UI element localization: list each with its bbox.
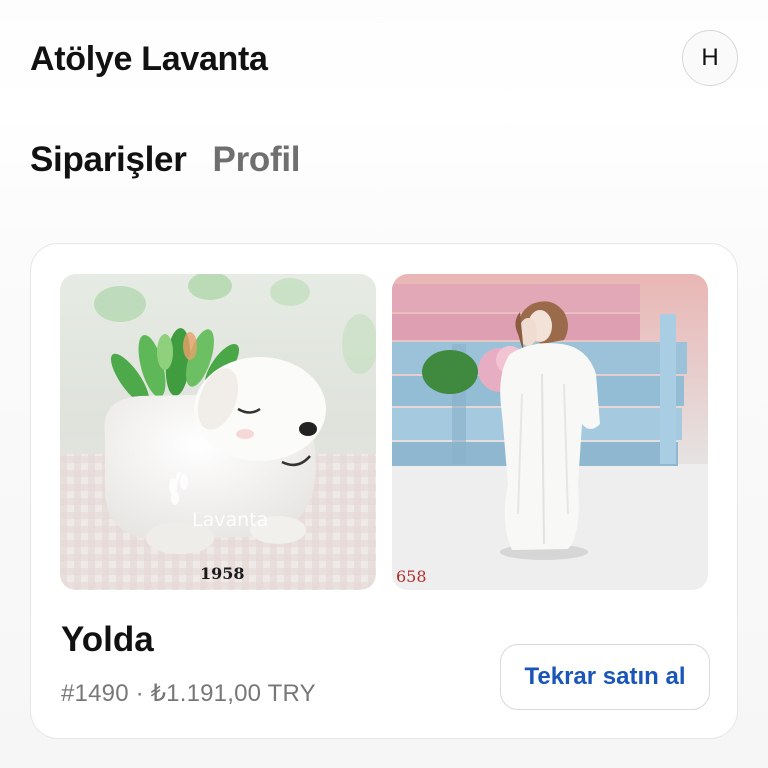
tab-profile[interactable]: Profil <box>213 140 301 180</box>
order-number: #1490 <box>61 680 129 707</box>
puppy-planter-photo: Lavanta 1958 <box>60 274 376 590</box>
shop-name: Atölye Lavanta <box>30 40 268 78</box>
meta-separator: · <box>135 680 144 707</box>
avatar-initial: H <box>701 44 719 71</box>
product-image-puppy-planter[interactable]: Lavanta 1958 <box>60 274 376 590</box>
couple-figurine-photo: 658 <box>392 274 708 590</box>
order-card[interactable]: Lavanta 1958 658 Yolda #1490 · ₺1.191,00… <box>30 243 738 739</box>
order-total: ₺1.191,00 TRY <box>150 680 316 707</box>
product-code-2: 658 <box>396 567 427 586</box>
tab-bar: Siparişler Profil <box>30 140 301 180</box>
product-watermark: Lavanta <box>192 509 268 531</box>
tab-orders[interactable]: Siparişler <box>30 140 187 180</box>
orders-screen: Atölye Lavanta H Siparişler Profil Lavan… <box>0 0 768 768</box>
product-image-couple-figurine[interactable]: 658 <box>392 274 708 590</box>
profile-avatar-button[interactable]: H <box>682 30 738 86</box>
order-status: Yolda <box>61 620 154 659</box>
buy-again-button[interactable]: Tekrar satın al <box>500 644 710 710</box>
order-meta: #1490 · ₺1.191,00 TRY <box>61 679 316 708</box>
buy-again-label: Tekrar satın al <box>524 663 686 690</box>
product-code-1: 1958 <box>200 564 245 583</box>
app-header: Atölye Lavanta H <box>30 28 738 88</box>
